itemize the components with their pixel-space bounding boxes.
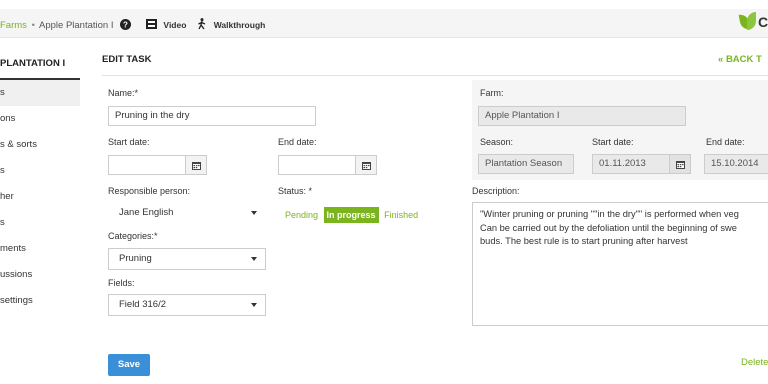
walking-person-icon[interactable] [197,18,207,33]
status-toggle: Pending In progress Finished [282,207,421,223]
back-link-label: BACK T [725,54,762,65]
breadcrumb: Farms • Apple Plantation I ? Video Walkt… [0,18,265,33]
sidebar-item[interactable]: s [0,210,80,236]
responsible-person-label: Responsible person: [108,186,191,196]
season-end-label: End date: [706,137,745,147]
sidebar-item[interactable]: s & sorts [0,132,80,158]
sidebar-item[interactable]: settings [0,288,80,314]
farm-label: Farm: [480,88,504,98]
sidebar-item[interactable]: ussions [0,262,80,288]
name-input[interactable]: Pruning in the dry [108,106,316,126]
season-start-field: 01.11.2013 [592,154,670,174]
description-label: Description: [472,186,520,196]
fields-label: Fields: [108,278,135,288]
chevron-down-icon [251,211,257,215]
svg-text:?: ? [123,20,128,29]
responsible-person-select[interactable]: Jane English [108,202,266,224]
calendar-icon [669,154,691,174]
video-link[interactable]: Video [163,20,186,30]
calendar-icon[interactable] [185,155,207,175]
calendar-icon[interactable] [355,155,377,175]
question-circle-icon[interactable]: ? [120,18,132,33]
film-icon[interactable] [145,19,157,32]
name-label: Name:* [108,88,139,98]
page-title: EDIT TASK [102,54,152,65]
sidebar-item[interactable]: ments [0,236,80,262]
categories-label: Categories:* [108,231,158,241]
season-label: Season: [480,137,514,147]
breadcrumb-current: Apple Plantation I [39,20,114,32]
sidebar-item[interactable]: her [0,184,80,210]
delete-link[interactable]: Delete [741,357,768,368]
logo-text: C [758,14,768,30]
farm-field: Apple Plantation I [478,106,686,126]
description-textarea[interactable]: "Winter pruning or pruning ""in the dry"… [472,202,768,326]
logo-leaf-icon [747,12,756,30]
breadcrumb-farms-link[interactable]: Farms [0,20,27,31]
status-option-in-progress[interactable]: In progress [323,207,379,223]
fields-value: Field 316/2 [119,299,167,310]
breadcrumb-separator: • [31,20,35,32]
double-chevron-left-icon: « [718,54,724,65]
start-date-label: Start date: [108,137,150,147]
app-logo[interactable]: C [738,12,768,34]
status-label: Status: * [278,186,313,196]
sidebar-item[interactable]: ons [0,106,80,132]
status-option-finished[interactable]: Finished [381,207,421,223]
chevron-down-icon [251,257,257,261]
season-end-field: 15.10.2014 [704,154,768,174]
fields-select[interactable]: Field 316/2 [108,294,266,316]
save-button[interactable]: Save [108,354,150,376]
sidebar: PLANTATION I s ons s & sorts s her s men… [0,50,80,314]
season-start-label: Start date: [592,137,634,147]
sidebar-item[interactable]: s [0,80,80,106]
start-date-input[interactable] [108,155,186,175]
top-bar: Farms • Apple Plantation I ? Video Walkt… [0,9,768,38]
header-divider [102,75,768,76]
end-date-label: End date: [278,137,317,147]
status-option-pending[interactable]: Pending [282,207,321,223]
season-field: Plantation Season [478,154,574,174]
categories-select[interactable]: Pruning [108,248,266,270]
end-date-input[interactable] [278,155,356,175]
chevron-down-icon [251,303,257,307]
walkthrough-link[interactable]: Walkthrough [214,20,266,30]
sidebar-item[interactable]: s [0,158,80,184]
categories-value: Pruning [119,253,152,264]
responsible-person-value: Jane English [119,207,174,218]
sidebar-title: PLANTATION I [0,50,80,80]
back-link[interactable]: « BACK T [718,54,762,65]
